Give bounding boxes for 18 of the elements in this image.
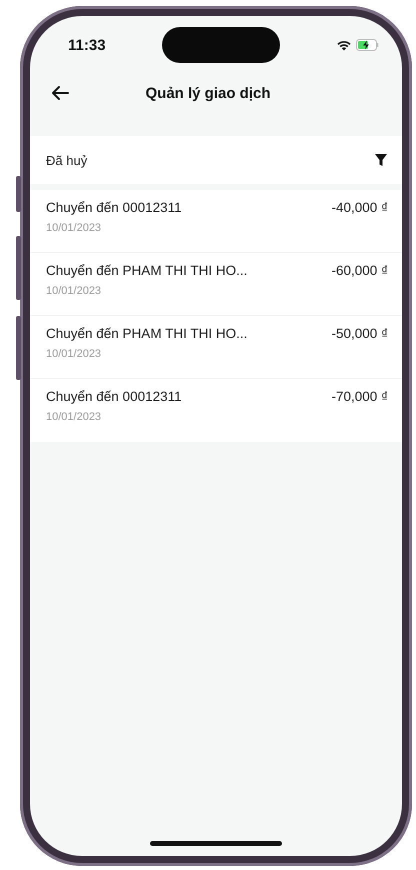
filter-button[interactable] [372, 151, 390, 169]
transaction-title: Chuyển đến PHAM THI THI HO... [46, 326, 248, 341]
transaction-title: Chuyển đến 00012311 [46, 200, 182, 215]
transaction-date: 10/01/2023 [46, 285, 102, 297]
transaction-title: Chuyển đến 00012311 [46, 389, 182, 404]
transaction-date: 10/01/2023 [46, 222, 102, 234]
battery-charging-icon [356, 39, 380, 51]
transaction-amount: -60,000 ₫ [332, 263, 388, 280]
screen-title: Quản lý giao dịch [144, 84, 272, 102]
transaction-amount: -50,000 ₫ [332, 326, 388, 343]
transaction-amount: -70,000 ₫ [332, 389, 388, 406]
status-time: 11:33 [68, 36, 106, 54]
wifi-icon [336, 40, 351, 50]
transaction-title: Chuyển đến PHAM THI THI HO... [46, 263, 248, 278]
transaction-date: 10/01/2023 [46, 348, 102, 360]
filter-label: Đã huỷ [46, 152, 88, 168]
transaction-amount: -40,000 ₫ [332, 200, 388, 217]
transaction-date: 10/01/2023 [46, 411, 102, 423]
